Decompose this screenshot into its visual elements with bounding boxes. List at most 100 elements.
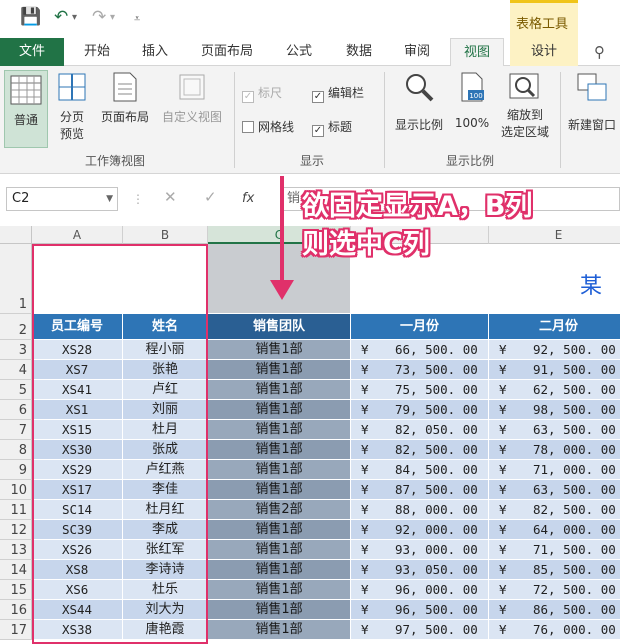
cell-january[interactable]: ¥96, 000. 00 — [351, 580, 489, 600]
cell-employee-id[interactable]: XS7 — [32, 360, 123, 380]
cell-team[interactable]: 销售1部 — [208, 460, 351, 480]
cell-february[interactable]: ¥78, 000. 00 — [489, 440, 620, 460]
cell-february[interactable]: ¥72, 500. 00 — [489, 580, 620, 600]
cell-february[interactable]: ¥76, 000. 00 — [489, 620, 620, 640]
row-header[interactable]: 15 — [0, 580, 32, 600]
cell-january[interactable]: ¥84, 500. 00 — [351, 460, 489, 480]
row-header[interactable]: 12 — [0, 520, 32, 540]
tab-formulas[interactable]: 公式 — [272, 38, 326, 66]
formula-bar-checkbox[interactable]: ✓ 编辑栏 — [312, 84, 364, 103]
cell-name[interactable]: 杜月红 — [123, 500, 208, 520]
normal-view-button[interactable]: 普通 — [4, 70, 48, 148]
column-header-a[interactable]: A — [32, 226, 123, 244]
cell-february[interactable]: ¥91, 500. 00 — [489, 360, 620, 380]
tab-review[interactable]: 审阅 — [390, 38, 444, 66]
zoom-button[interactable]: 显示比例 — [390, 72, 448, 133]
cell-employee-id[interactable]: SC14 — [32, 500, 123, 520]
cell-name[interactable]: 张成 — [123, 440, 208, 460]
cell-february[interactable]: ¥63, 500. 00 — [489, 480, 620, 500]
cell-january[interactable]: ¥93, 050. 00 — [351, 560, 489, 580]
tab-data[interactable]: 数据 — [332, 38, 386, 66]
cell-february[interactable]: ¥86, 500. 00 — [489, 600, 620, 620]
cell-name[interactable]: 李成 — [123, 520, 208, 540]
name-box-dropdown-icon[interactable]: ▼ — [106, 188, 113, 210]
row-header[interactable]: 10 — [0, 480, 32, 500]
cancel-icon[interactable]: ✕ — [164, 188, 177, 206]
enter-icon[interactable]: ✓ — [204, 188, 217, 206]
header-cell-c[interactable]: 销售团队 — [208, 314, 351, 340]
cell-employee-id[interactable]: XS41 — [32, 380, 123, 400]
cell-name[interactable]: 唐艳霞 — [123, 620, 208, 640]
redo-icon[interactable]: ↷ — [92, 7, 106, 27]
zoom-to-selection-button[interactable]: 缩放到 选定区域 — [494, 72, 556, 140]
cell-employee-id[interactable]: XS38 — [32, 620, 123, 640]
undo-icon[interactable]: ↶ — [54, 7, 68, 27]
cell-february[interactable]: ¥63, 500. 00 — [489, 420, 620, 440]
cell-team[interactable]: 销售1部 — [208, 580, 351, 600]
cell-team[interactable]: 销售1部 — [208, 620, 351, 640]
cell-employee-id[interactable]: XS28 — [32, 340, 123, 360]
cell-name[interactable]: 刘丽 — [123, 400, 208, 420]
cell-team[interactable]: 销售1部 — [208, 360, 351, 380]
header-cell-b[interactable]: 姓名 — [123, 314, 208, 340]
cell-january[interactable]: ¥79, 500. 00 — [351, 400, 489, 420]
cell-name[interactable]: 李诗诗 — [123, 560, 208, 580]
cell-name[interactable]: 刘大为 — [123, 600, 208, 620]
cell-employee-id[interactable]: XS1 — [32, 400, 123, 420]
cell-employee-id[interactable]: XS44 — [32, 600, 123, 620]
header-cell-a[interactable]: 员工编号 — [32, 314, 123, 340]
cell-employee-id[interactable]: SC39 — [32, 520, 123, 540]
tab-page-layout[interactable]: 页面布局 — [190, 38, 264, 66]
cell-name[interactable]: 卢红燕 — [123, 460, 208, 480]
cell-february[interactable]: ¥71, 000. 00 — [489, 460, 620, 480]
tab-insert[interactable]: 插入 — [128, 38, 182, 66]
cell-name[interactable]: 杜月 — [123, 420, 208, 440]
header-cell-d[interactable]: 一月份 — [351, 314, 489, 340]
cell-january[interactable]: ¥75, 500. 00 — [351, 380, 489, 400]
cell-employee-id[interactable]: XS30 — [32, 440, 123, 460]
cell-employee-id[interactable]: XS6 — [32, 580, 123, 600]
cell-name[interactable]: 张红军 — [123, 540, 208, 560]
cell-february[interactable]: ¥64, 000. 00 — [489, 520, 620, 540]
customize-quick-access-icon[interactable]: ⩡ — [134, 12, 140, 26]
cell-team[interactable]: 销售1部 — [208, 560, 351, 580]
cell-january[interactable]: ¥93, 000. 00 — [351, 540, 489, 560]
cell-team[interactable]: 销售2部 — [208, 500, 351, 520]
header-cell-e[interactable]: 二月份 — [489, 314, 620, 340]
cell-employee-id[interactable]: XS15 — [32, 420, 123, 440]
cell-february[interactable]: ¥71, 500. 00 — [489, 540, 620, 560]
cell-february[interactable]: ¥85, 500. 00 — [489, 560, 620, 580]
row-header[interactable]: 5 — [0, 380, 32, 400]
cell-team[interactable]: 销售1部 — [208, 480, 351, 500]
cell-january[interactable]: ¥88, 000. 00 — [351, 500, 489, 520]
cell-team[interactable]: 销售1部 — [208, 340, 351, 360]
cell-team[interactable]: 销售1部 — [208, 540, 351, 560]
gridlines-checkbox[interactable]: 网格线 — [242, 118, 294, 135]
row-header[interactable]: 14 — [0, 560, 32, 580]
row-header[interactable]: 2 — [0, 314, 32, 340]
ruler-checkbox[interactable]: ✓ 标尺 — [242, 84, 282, 103]
row-header[interactable]: 1 — [0, 244, 32, 314]
row-header[interactable]: 13 — [0, 540, 32, 560]
row-header[interactable]: 8 — [0, 440, 32, 460]
cell-team[interactable]: 销售1部 — [208, 600, 351, 620]
cell-team[interactable]: 销售1部 — [208, 440, 351, 460]
column-header-e[interactable]: E — [489, 226, 620, 244]
cell-february[interactable]: ¥92, 500. 00 — [489, 340, 620, 360]
name-box[interactable]: C2 ▼ — [6, 187, 118, 211]
cell-team[interactable]: 销售1部 — [208, 520, 351, 540]
cell-employee-id[interactable]: XS26 — [32, 540, 123, 560]
cell-name[interactable]: 卢红 — [123, 380, 208, 400]
row-header[interactable]: 7 — [0, 420, 32, 440]
row-header[interactable]: 11 — [0, 500, 32, 520]
cell-january[interactable]: ¥82, 050. 00 — [351, 420, 489, 440]
cell-employee-id[interactable]: XS8 — [32, 560, 123, 580]
cell-name[interactable]: 程小丽 — [123, 340, 208, 360]
cell-team[interactable]: 销售1部 — [208, 420, 351, 440]
row-header[interactable]: 9 — [0, 460, 32, 480]
cell-january[interactable]: ¥92, 000. 00 — [351, 520, 489, 540]
cell-employee-id[interactable]: XS17 — [32, 480, 123, 500]
tab-design[interactable]: 设计 — [510, 38, 578, 66]
cell-january[interactable]: ¥97, 500. 00 — [351, 620, 489, 640]
cell-name[interactable]: 杜乐 — [123, 580, 208, 600]
